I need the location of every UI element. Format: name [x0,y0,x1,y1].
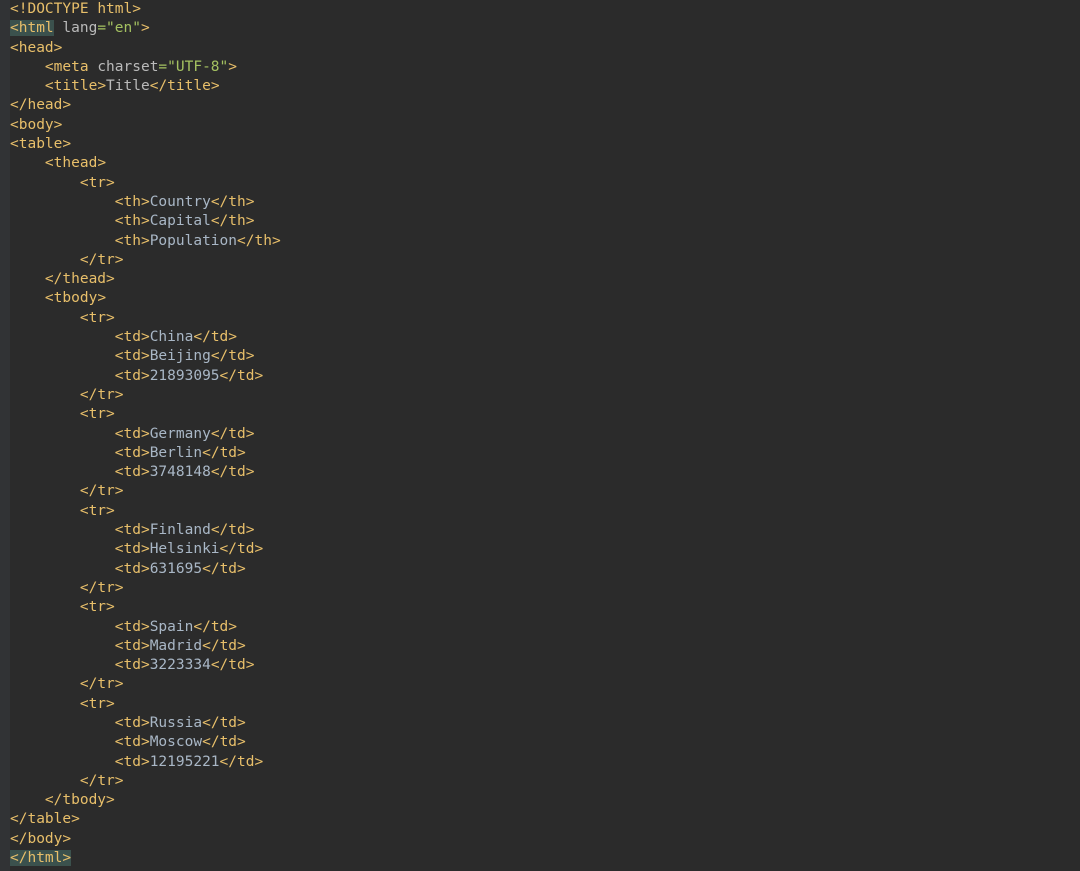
gutter [0,0,10,871]
code-line[interactable]: <tr> [10,695,1080,714]
code-line[interactable]: <td>3748148</td> [10,463,1080,482]
code-line[interactable]: </body> [10,830,1080,849]
code-line[interactable]: </thead> [10,270,1080,289]
code-line[interactable]: </tr> [10,482,1080,501]
code-line[interactable]: </tr> [10,675,1080,694]
code-line[interactable]: </table> [10,810,1080,829]
code-line[interactable]: <td>Germany</td> [10,425,1080,444]
code-line[interactable]: <title>Title</title> [10,77,1080,96]
code-line[interactable]: <td>Helsinki</td> [10,540,1080,559]
code-line[interactable]: </tr> [10,251,1080,270]
code-line[interactable]: </tr> [10,579,1080,598]
code-line[interactable]: <tr> [10,309,1080,328]
code-line[interactable]: <meta charset="UTF-8"> [10,58,1080,77]
code-line[interactable]: <tbody> [10,289,1080,308]
code-line[interactable]: <thead> [10,154,1080,173]
code-line[interactable]: <td>China</td> [10,328,1080,347]
code-line[interactable]: <th>Country</th> [10,193,1080,212]
code-line[interactable]: <html lang="en"> [10,19,1080,38]
code-line[interactable]: <!DOCTYPE html> [10,0,1080,19]
code-line[interactable]: <td>Spain</td> [10,618,1080,637]
code-line[interactable]: <td>Berlin</td> [10,444,1080,463]
code-line[interactable]: <td>Moscow</td> [10,733,1080,752]
code-line[interactable]: </tr> [10,386,1080,405]
code-line[interactable]: <tr> [10,174,1080,193]
code-line[interactable]: <td>12195221</td> [10,753,1080,772]
code-line[interactable]: </html> [10,849,1080,868]
code-area[interactable]: <!DOCTYPE html> <html lang="en"> <head> … [10,0,1080,871]
code-line[interactable]: <td>Beijing</td> [10,347,1080,366]
code-line[interactable]: </tr> [10,772,1080,791]
code-line[interactable]: <td>Finland</td> [10,521,1080,540]
code-line[interactable]: <td>631695</td> [10,560,1080,579]
code-line[interactable]: <tr> [10,405,1080,424]
code-line[interactable]: <td>Russia</td> [10,714,1080,733]
code-line[interactable]: </head> [10,96,1080,115]
code-line[interactable]: </tbody> [10,791,1080,810]
code-line[interactable]: <head> [10,39,1080,58]
code-line[interactable]: <th>Capital</th> [10,212,1080,231]
code-line[interactable]: <td>3223334</td> [10,656,1080,675]
code-line[interactable]: <table> [10,135,1080,154]
code-line[interactable]: <td>Madrid</td> [10,637,1080,656]
code-line[interactable]: <tr> [10,502,1080,521]
code-line[interactable]: <body> [10,116,1080,135]
code-editor[interactable]: <!DOCTYPE html> <html lang="en"> <head> … [0,0,1080,871]
code-line[interactable]: <th>Population</th> [10,232,1080,251]
code-line[interactable]: <td>21893095</td> [10,367,1080,386]
code-line[interactable]: <tr> [10,598,1080,617]
